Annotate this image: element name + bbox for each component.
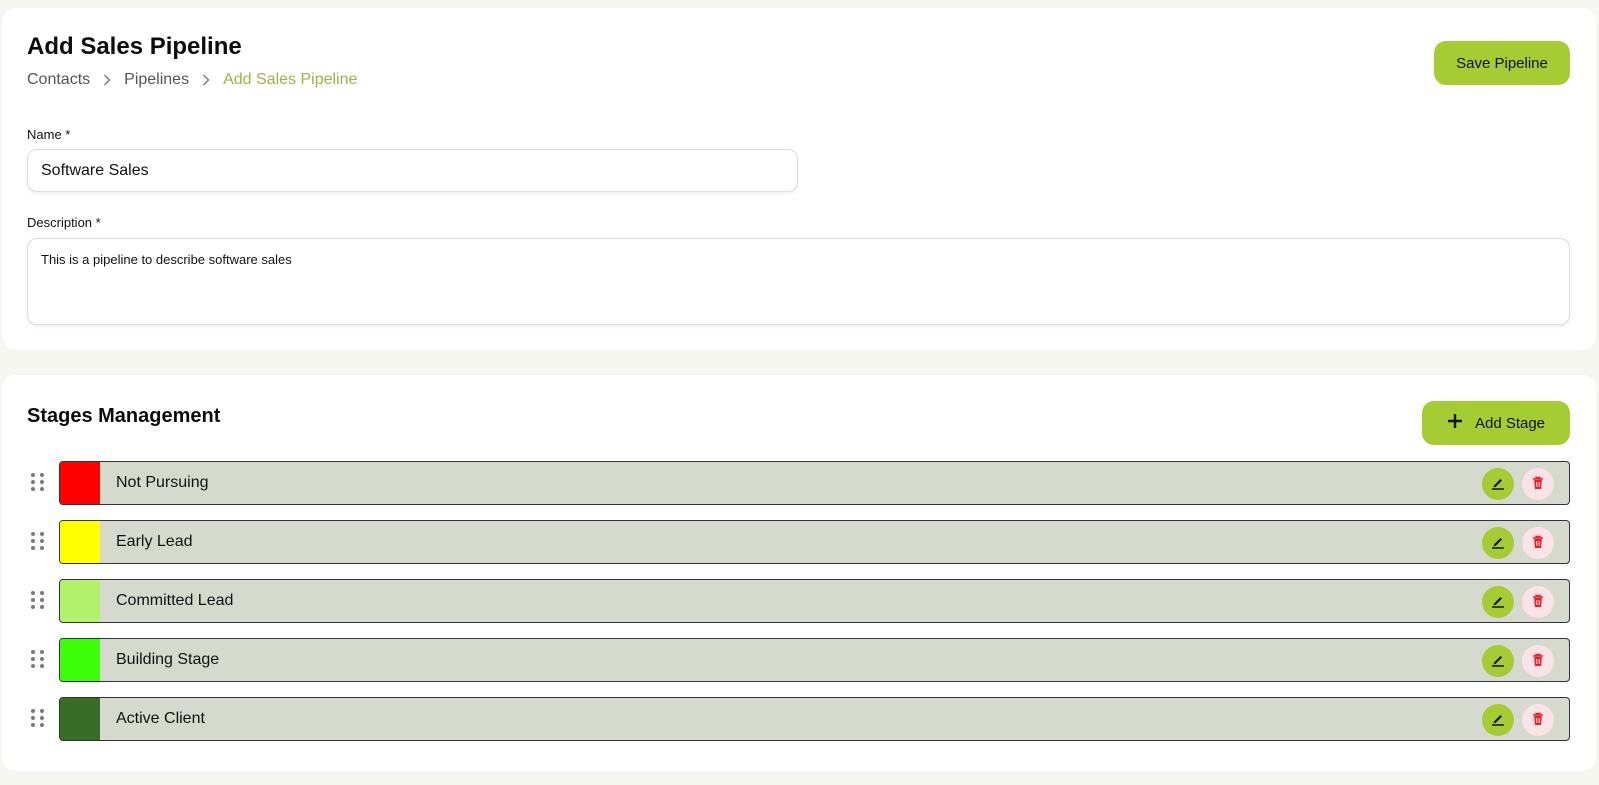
add-stage-button[interactable]: Add Stage [1422,401,1570,445]
edit-stage-button[interactable] [1482,586,1514,618]
stage-row-building-stage: Building Stage [2,638,1596,682]
stages-card: Stages Management Add Stage Not Pursuing [2,375,1596,771]
save-pipeline-button[interactable]: Save Pipeline [1434,41,1570,85]
stage-color-swatch [60,639,100,681]
breadcrumb: Contacts Pipelines Add Sales Pipeline [27,71,357,89]
stage-color-swatch [60,698,100,740]
breadcrumb-contacts[interactable]: Contacts [27,71,90,89]
drag-handle-icon[interactable] [31,532,45,552]
stages-title: Stages Management [27,405,221,427]
name-input[interactable] [27,149,798,192]
stage-color-swatch [60,580,100,622]
stage-row-early-lead: Early Lead [2,520,1596,564]
stage-label: Early Lead [116,533,193,550]
chevron-right-icon [103,74,111,86]
breadcrumb-current: Add Sales Pipeline [223,71,358,88]
drag-handle-icon[interactable] [31,473,45,493]
add-stage-label: Add Stage [1474,414,1546,432]
trash-icon [1532,594,1544,611]
stage-label: Building Stage [116,651,220,668]
stage-bar[interactable]: Building Stage [59,638,1570,682]
drag-handle-icon[interactable] [31,591,45,611]
trash-icon [1532,476,1544,493]
stage-label: Committed Lead [116,592,234,609]
stage-bar[interactable]: Committed Lead [59,579,1570,623]
stage-row-not-pursuing: Not Pursuing [2,461,1596,505]
drag-handle-icon[interactable] [31,709,45,729]
description-input[interactable]: This is a pipeline to describe software … [27,238,1570,325]
plus-icon [1447,410,1463,434]
drag-handle-icon[interactable] [31,650,45,670]
stage-bar[interactable]: Early Lead [59,520,1570,564]
stage-label: Not Pursuing [116,474,209,491]
name-label: Name * [27,127,71,142]
pencil-icon [1491,476,1505,493]
delete-stage-button[interactable] [1522,468,1554,500]
stage-color-swatch [60,462,100,504]
stage-row-committed-lead: Committed Lead [2,579,1596,623]
edit-stage-button[interactable] [1482,704,1514,736]
pencil-icon [1491,535,1505,552]
pencil-icon [1491,653,1505,670]
trash-icon [1532,712,1544,729]
pencil-icon [1491,712,1505,729]
chevron-right-icon [202,74,210,86]
stage-bar[interactable]: Not Pursuing [59,461,1570,505]
page-title: Add Sales Pipeline [27,33,242,60]
stage-label: Active Client [116,710,205,727]
delete-stage-button[interactable] [1522,645,1554,677]
description-label: Description * [27,215,101,230]
trash-icon [1532,653,1544,670]
stage-row-active-client: Active Client [2,697,1596,741]
stage-color-swatch [60,521,100,563]
edit-stage-button[interactable] [1482,645,1514,677]
pencil-icon [1491,594,1505,611]
trash-icon [1532,535,1544,552]
delete-stage-button[interactable] [1522,527,1554,559]
breadcrumb-pipelines[interactable]: Pipelines [124,71,189,89]
delete-stage-button[interactable] [1522,704,1554,736]
stage-bar[interactable]: Active Client [59,697,1570,741]
pipeline-details-card: Add Sales Pipeline Contacts Pipelines Ad… [2,8,1596,350]
edit-stage-button[interactable] [1482,527,1514,559]
edit-stage-button[interactable] [1482,468,1514,500]
delete-stage-button[interactable] [1522,586,1554,618]
